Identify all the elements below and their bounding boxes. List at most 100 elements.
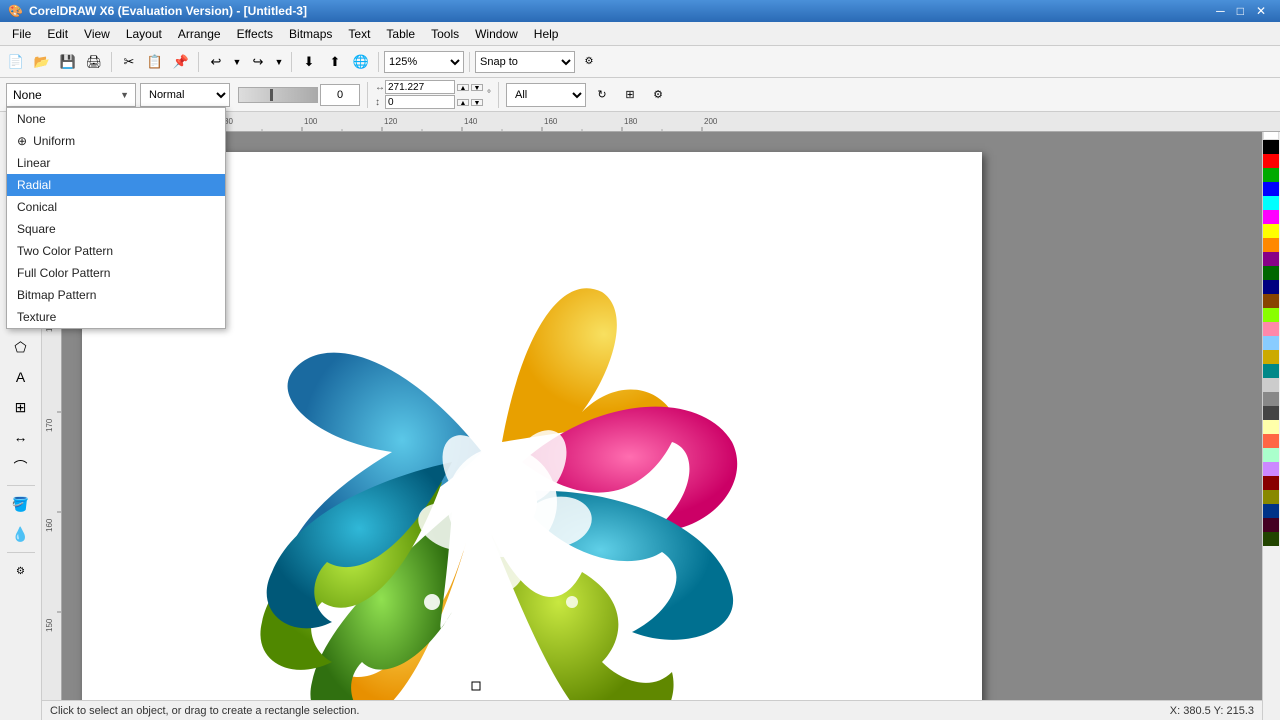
redo-dropdown[interactable]: ▼ (272, 50, 286, 74)
coral-swatch[interactable] (1263, 434, 1279, 448)
sky-blue-swatch[interactable] (1263, 336, 1279, 350)
olive-swatch[interactable] (1263, 490, 1279, 504)
canvas-area[interactable]: 40 60 80 100 120 140 160 180 200 (42, 112, 1280, 720)
opacity-input[interactable] (320, 84, 360, 106)
fill-option-radial[interactable]: Radial (7, 174, 225, 196)
print-button[interactable]: 🖨 (82, 50, 106, 74)
fill-option-uniform[interactable]: ⊕ Uniform (7, 130, 225, 152)
forest-swatch[interactable] (1263, 532, 1279, 546)
redo-button[interactable]: ↪ (246, 50, 270, 74)
settings-button[interactable]: ⚙ (646, 83, 670, 107)
fill-option-texture[interactable]: Texture (7, 306, 225, 328)
menu-item-edit[interactable]: Edit (39, 25, 76, 43)
orange-swatch[interactable] (1263, 238, 1279, 252)
lime-swatch[interactable] (1263, 308, 1279, 322)
menu-item-text[interactable]: Text (340, 25, 378, 43)
fill-tool[interactable]: 🪣 (6, 490, 36, 518)
menu-item-tools[interactable]: Tools (423, 25, 467, 43)
dark-green-swatch[interactable] (1263, 266, 1279, 280)
zoom-select[interactable]: 125% 100% 75% 50% (384, 51, 464, 73)
navy-swatch[interactable] (1263, 280, 1279, 294)
blue-swatch[interactable] (1263, 182, 1279, 196)
gold-swatch[interactable] (1263, 350, 1279, 364)
paste-button[interactable]: 📌 (169, 50, 193, 74)
menu-item-help[interactable]: Help (526, 25, 567, 43)
parallel-dim-tool[interactable]: ↔ (6, 423, 36, 451)
publish-button[interactable]: 🌐 (349, 50, 373, 74)
menu-item-layout[interactable]: Layout (118, 25, 170, 43)
lavender-swatch[interactable] (1263, 462, 1279, 476)
brown-swatch[interactable] (1263, 294, 1279, 308)
import-button[interactable]: ⬇ (297, 50, 321, 74)
fill-option-none[interactable]: None (7, 108, 225, 130)
menu-item-window[interactable]: Window (467, 25, 526, 43)
fill-square-label: Square (17, 222, 56, 236)
export-button[interactable]: ⬆ (323, 50, 347, 74)
polygon-tool[interactable]: ⬠ (6, 333, 36, 361)
options-button[interactable]: ⚙ (6, 557, 36, 585)
eyedropper-tool[interactable]: 💧 (6, 520, 36, 548)
yellow-swatch[interactable] (1263, 224, 1279, 238)
x-down-button[interactable]: ▼ (471, 84, 483, 91)
green-swatch[interactable] (1263, 168, 1279, 182)
new-button[interactable]: 📄 (4, 50, 28, 74)
purple-swatch[interactable] (1263, 252, 1279, 266)
degrees-label: ° (487, 89, 491, 100)
dark-red-swatch[interactable] (1263, 476, 1279, 490)
text-tool[interactable]: A (6, 363, 36, 391)
table-tool[interactable]: ⊞ (6, 393, 36, 421)
snap-options-button[interactable]: ⚙ (577, 50, 601, 74)
black-swatch[interactable] (1263, 140, 1279, 154)
mint-swatch[interactable] (1263, 448, 1279, 462)
x-coord-input[interactable]: 271.227 (385, 80, 455, 94)
cut-button[interactable]: ✂ (117, 50, 141, 74)
maroon-swatch[interactable] (1263, 518, 1279, 532)
open-button[interactable]: 📂 (30, 50, 54, 74)
minimize-button[interactable]: ─ (1210, 4, 1231, 18)
fill-option-linear[interactable]: Linear (7, 152, 225, 174)
undo-dropdown[interactable]: ▼ (230, 50, 244, 74)
x-up-button[interactable]: ▲ (457, 84, 469, 91)
object-type-select[interactable]: All Groups Curves (506, 83, 586, 107)
pink-swatch[interactable] (1263, 322, 1279, 336)
svg-text:160: 160 (544, 117, 558, 126)
gray-swatch[interactable] (1263, 392, 1279, 406)
menu-item-view[interactable]: View (76, 25, 118, 43)
fill-option-square[interactable]: Square (7, 218, 225, 240)
transform-button[interactable]: ↻ (590, 83, 614, 107)
align-button[interactable]: ⊞ (618, 83, 642, 107)
fill-dropdown-button[interactable]: None ▼ (6, 83, 136, 107)
menu-item-arrange[interactable]: Arrange (170, 25, 229, 43)
menu-item-bitmaps[interactable]: Bitmaps (281, 25, 340, 43)
magenta-swatch[interactable] (1263, 210, 1279, 224)
snap-to-select[interactable]: Snap to Snap to Grid Snap to Guidelines (475, 51, 575, 73)
fill-option-full-color[interactable]: Full Color Pattern (7, 262, 225, 284)
undo-button[interactable]: ↩ (204, 50, 228, 74)
fill-current-value: None (13, 88, 42, 102)
dark-gray-swatch[interactable] (1263, 406, 1279, 420)
connector-tool[interactable]: ⌒ (6, 453, 36, 481)
red-swatch[interactable] (1263, 154, 1279, 168)
copy-button[interactable]: 📋 (143, 50, 167, 74)
slider-bar[interactable] (238, 87, 318, 103)
silver-swatch[interactable] (1263, 378, 1279, 392)
menu-item-file[interactable]: File (4, 25, 39, 43)
cyan-swatch[interactable] (1263, 196, 1279, 210)
save-button[interactable]: 💾 (56, 50, 80, 74)
maximize-button[interactable]: □ (1231, 4, 1250, 18)
y-coord-input[interactable]: 0 (385, 95, 455, 109)
fill-option-conical[interactable]: Conical (7, 196, 225, 218)
tool-sep3 (7, 552, 35, 553)
close-button[interactable]: ✕ (1250, 4, 1272, 18)
y-up-button[interactable]: ▲ (457, 99, 469, 106)
svg-text:150: 150 (45, 618, 54, 632)
menu-item-effects[interactable]: Effects (229, 25, 281, 43)
blend-mode-select[interactable]: Normal Multiply Screen (140, 83, 230, 107)
teal-swatch[interactable] (1263, 364, 1279, 378)
y-down-button[interactable]: ▼ (471, 99, 483, 106)
dark-blue-swatch[interactable] (1263, 504, 1279, 518)
fill-option-bitmap[interactable]: Bitmap Pattern (7, 284, 225, 306)
menu-item-table[interactable]: Table (378, 25, 423, 43)
fill-option-two-color[interactable]: Two Color Pattern (7, 240, 225, 262)
light-yellow-swatch[interactable] (1263, 420, 1279, 434)
